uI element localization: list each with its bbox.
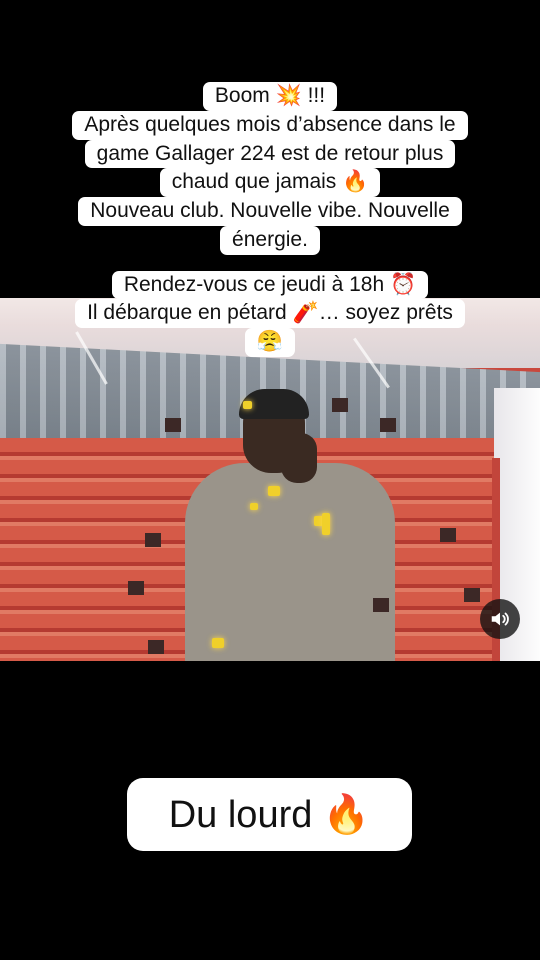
post-caption: Boom 💥 !!! Après quelques mois d’absence…	[0, 82, 540, 357]
video-performer	[185, 389, 395, 661]
caption-line: énergie.	[220, 225, 320, 255]
spark	[212, 638, 224, 648]
confetti	[332, 398, 348, 412]
spark	[243, 401, 252, 409]
confetti	[145, 533, 161, 547]
caption-line: chaud que jamais 🔥	[159, 168, 381, 198]
confetti	[464, 588, 480, 602]
spark	[268, 486, 280, 496]
performer-hoodie	[185, 463, 395, 661]
performer-hand	[281, 433, 317, 483]
bottom-text: Du lourd 🔥	[168, 793, 371, 836]
confetti	[380, 418, 396, 432]
confetti	[373, 598, 389, 612]
caption-line: 😤	[244, 328, 296, 357]
bottom-text-sticker: Du lourd 🔥	[127, 778, 412, 851]
confetti	[128, 581, 144, 595]
spark	[250, 503, 258, 510]
caption-line: Il débarque en pétard 🧨… soyez prêts	[75, 299, 465, 329]
speaker-icon	[491, 612, 509, 626]
confetti	[165, 418, 181, 432]
caption-line: Boom 💥 !!!	[202, 82, 338, 111]
sound-toggle-button[interactable]	[480, 599, 520, 639]
spark	[322, 513, 330, 535]
caption-line: Après quelques mois d’absence dans le	[72, 110, 468, 140]
confetti	[440, 528, 456, 542]
caption-line: Rendez-vous ce jeudi à 18h ⏰	[111, 270, 429, 300]
confetti	[148, 640, 164, 654]
caption-line: game Gallager 224 est de retour plus	[84, 139, 456, 169]
caption-line: Nouveau club. Nouvelle vibe. Nouvelle	[78, 197, 462, 226]
